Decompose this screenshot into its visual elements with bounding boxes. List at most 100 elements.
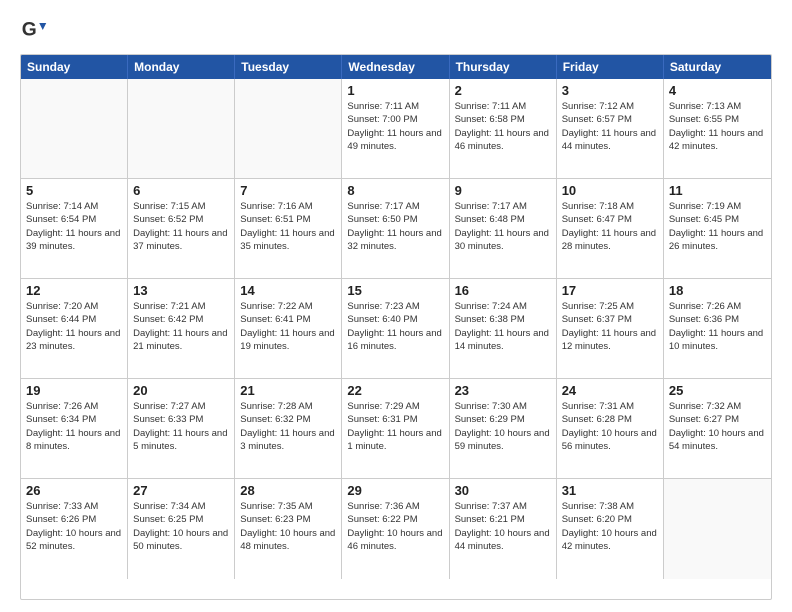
day-number: 28 bbox=[240, 483, 336, 498]
day-info: Sunrise: 7:11 AM Sunset: 7:00 PM Dayligh… bbox=[347, 100, 443, 153]
calendar-cell: 15 Sunrise: 7:23 AM Sunset: 6:40 PM Dayli… bbox=[342, 279, 449, 378]
day-number: 30 bbox=[455, 483, 551, 498]
day-info: Sunrise: 7:37 AM Sunset: 6:21 PM Dayligh… bbox=[455, 500, 551, 553]
day-number: 22 bbox=[347, 383, 443, 398]
calendar-row-2: 5Sunrise: 7:14 AM Sunset: 6:54 PM Daylig… bbox=[21, 179, 771, 279]
day-info: Sunrise: 7:35 AM Sunset: 6:23 PM Dayligh… bbox=[240, 500, 336, 553]
day-number: 25 bbox=[669, 383, 766, 398]
day-number: 29 bbox=[347, 483, 443, 498]
calendar-row-1: 1 Sunrise: 7:11 AM Sunset: 7:00 PM Daylig… bbox=[21, 79, 771, 179]
day-number: 16 bbox=[455, 283, 551, 298]
day-info: Sunrise: 7:26 AM Sunset: 6:36 PM Dayligh… bbox=[669, 300, 766, 353]
day-info: Sunrise: 7:22 AM Sunset: 6:41 PM Dayligh… bbox=[240, 300, 336, 353]
day-number: 24 bbox=[562, 383, 658, 398]
day-info: Sunrise: 7:31 AM Sunset: 6:28 PM Dayligh… bbox=[562, 400, 658, 453]
calendar-cell: 31 Sunrise: 7:38 AM Sunset: 6:20 PM Dayli… bbox=[557, 479, 664, 579]
calendar-cell: 22 Sunrise: 7:29 AM Sunset: 6:31 PM Dayli… bbox=[342, 379, 449, 478]
day-number: 12 bbox=[26, 283, 122, 298]
day-number: 21 bbox=[240, 383, 336, 398]
day-info: Sunrise: 7:32 AM Sunset: 6:27 PM Dayligh… bbox=[669, 400, 766, 453]
day-number: 26 bbox=[26, 483, 122, 498]
day-number: 23 bbox=[455, 383, 551, 398]
day-number: 6 bbox=[133, 183, 229, 198]
calendar-header: SundayMondayTuesdayWednesdayThursdayFrid… bbox=[21, 55, 771, 79]
day-number: 19 bbox=[26, 383, 122, 398]
day-number: 9 bbox=[455, 183, 551, 198]
day-info: Sunrise: 7:15 AM Sunset: 6:52 PM Dayligh… bbox=[133, 200, 229, 253]
calendar-cell: 11 Sunrise: 7:19 AM Sunset: 6:45 PM Dayli… bbox=[664, 179, 771, 278]
day-info: Sunrise: 7:14 AM Sunset: 6:54 PM Dayligh… bbox=[26, 200, 122, 253]
calendar-cell: 2 Sunrise: 7:11 AM Sunset: 6:58 PM Daylig… bbox=[450, 79, 557, 178]
calendar: SundayMondayTuesdayWednesdayThursdayFrid… bbox=[20, 54, 772, 600]
day-number: 3 bbox=[562, 83, 658, 98]
day-number: 27 bbox=[133, 483, 229, 498]
calendar-cell bbox=[235, 79, 342, 178]
day-info: Sunrise: 7:23 AM Sunset: 6:40 PM Dayligh… bbox=[347, 300, 443, 353]
day-number: 13 bbox=[133, 283, 229, 298]
calendar-cell bbox=[21, 79, 128, 178]
day-info: Sunrise: 7:16 AM Sunset: 6:51 PM Dayligh… bbox=[240, 200, 336, 253]
calendar-cell: 5Sunrise: 7:14 AM Sunset: 6:54 PM Daylig… bbox=[21, 179, 128, 278]
day-number: 1 bbox=[347, 83, 443, 98]
calendar-cell: 25 Sunrise: 7:32 AM Sunset: 6:27 PM Dayli… bbox=[664, 379, 771, 478]
day-number: 31 bbox=[562, 483, 658, 498]
calendar-cell: 17Sunrise: 7:25 AM Sunset: 6:37 PM Dayli… bbox=[557, 279, 664, 378]
day-number: 17 bbox=[562, 283, 658, 298]
day-number: 15 bbox=[347, 283, 443, 298]
calendar-cell: 1 Sunrise: 7:11 AM Sunset: 7:00 PM Daylig… bbox=[342, 79, 449, 178]
day-number: 2 bbox=[455, 83, 551, 98]
day-number: 8 bbox=[347, 183, 443, 198]
day-number: 4 bbox=[669, 83, 766, 98]
calendar-cell: 27 Sunrise: 7:34 AM Sunset: 6:25 PM Dayli… bbox=[128, 479, 235, 579]
day-info: Sunrise: 7:26 AM Sunset: 6:34 PM Dayligh… bbox=[26, 400, 122, 453]
day-info: Sunrise: 7:21 AM Sunset: 6:42 PM Dayligh… bbox=[133, 300, 229, 353]
header-day-saturday: Saturday bbox=[664, 55, 771, 79]
day-info: Sunrise: 7:38 AM Sunset: 6:20 PM Dayligh… bbox=[562, 500, 658, 553]
calendar-cell: 23Sunrise: 7:30 AM Sunset: 6:29 PM Dayli… bbox=[450, 379, 557, 478]
calendar-cell: 16Sunrise: 7:24 AM Sunset: 6:38 PM Dayli… bbox=[450, 279, 557, 378]
day-info: Sunrise: 7:13 AM Sunset: 6:55 PM Dayligh… bbox=[669, 100, 766, 153]
calendar-cell: 9 Sunrise: 7:17 AM Sunset: 6:48 PM Daylig… bbox=[450, 179, 557, 278]
day-info: Sunrise: 7:17 AM Sunset: 6:48 PM Dayligh… bbox=[455, 200, 551, 253]
calendar-row-4: 19 Sunrise: 7:26 AM Sunset: 6:34 PM Dayli… bbox=[21, 379, 771, 479]
header-day-thursday: Thursday bbox=[450, 55, 557, 79]
calendar-cell: 20Sunrise: 7:27 AM Sunset: 6:33 PM Dayli… bbox=[128, 379, 235, 478]
calendar-cell: 18 Sunrise: 7:26 AM Sunset: 6:36 PM Dayli… bbox=[664, 279, 771, 378]
calendar-cell: 19 Sunrise: 7:26 AM Sunset: 6:34 PM Dayli… bbox=[21, 379, 128, 478]
calendar-cell: 3 Sunrise: 7:12 AM Sunset: 6:57 PM Daylig… bbox=[557, 79, 664, 178]
day-info: Sunrise: 7:34 AM Sunset: 6:25 PM Dayligh… bbox=[133, 500, 229, 553]
page-header: G bbox=[20, 16, 772, 44]
calendar-row-3: 12 Sunrise: 7:20 AM Sunset: 6:44 PM Dayli… bbox=[21, 279, 771, 379]
day-info: Sunrise: 7:17 AM Sunset: 6:50 PM Dayligh… bbox=[347, 200, 443, 253]
calendar-cell: 6 Sunrise: 7:15 AM Sunset: 6:52 PM Daylig… bbox=[128, 179, 235, 278]
calendar-cell bbox=[128, 79, 235, 178]
calendar-cell: 12 Sunrise: 7:20 AM Sunset: 6:44 PM Dayli… bbox=[21, 279, 128, 378]
day-info: Sunrise: 7:33 AM Sunset: 6:26 PM Dayligh… bbox=[26, 500, 122, 553]
day-info: Sunrise: 7:36 AM Sunset: 6:22 PM Dayligh… bbox=[347, 500, 443, 553]
calendar-cell: 26 Sunrise: 7:33 AM Sunset: 6:26 PM Dayli… bbox=[21, 479, 128, 579]
calendar-cell: 4 Sunrise: 7:13 AM Sunset: 6:55 PM Daylig… bbox=[664, 79, 771, 178]
day-info: Sunrise: 7:27 AM Sunset: 6:33 PM Dayligh… bbox=[133, 400, 229, 453]
day-number: 7 bbox=[240, 183, 336, 198]
day-info: Sunrise: 7:28 AM Sunset: 6:32 PM Dayligh… bbox=[240, 400, 336, 453]
header-day-tuesday: Tuesday bbox=[235, 55, 342, 79]
logo-icon: G bbox=[20, 16, 48, 44]
logo: G bbox=[20, 16, 52, 44]
day-info: Sunrise: 7:20 AM Sunset: 6:44 PM Dayligh… bbox=[26, 300, 122, 353]
day-info: Sunrise: 7:29 AM Sunset: 6:31 PM Dayligh… bbox=[347, 400, 443, 453]
day-info: Sunrise: 7:19 AM Sunset: 6:45 PM Dayligh… bbox=[669, 200, 766, 253]
header-day-friday: Friday bbox=[557, 55, 664, 79]
calendar-cell: 10 Sunrise: 7:18 AM Sunset: 6:47 PM Dayli… bbox=[557, 179, 664, 278]
calendar-cell: 13 Sunrise: 7:21 AM Sunset: 6:42 PM Dayli… bbox=[128, 279, 235, 378]
calendar-cell: 30 Sunrise: 7:37 AM Sunset: 6:21 PM Dayli… bbox=[450, 479, 557, 579]
day-number: 10 bbox=[562, 183, 658, 198]
calendar-cell bbox=[664, 479, 771, 579]
calendar-cell: 14Sunrise: 7:22 AM Sunset: 6:41 PM Dayli… bbox=[235, 279, 342, 378]
day-info: Sunrise: 7:12 AM Sunset: 6:57 PM Dayligh… bbox=[562, 100, 658, 153]
calendar-cell: 24 Sunrise: 7:31 AM Sunset: 6:28 PM Dayli… bbox=[557, 379, 664, 478]
calendar-cell: 8 Sunrise: 7:17 AM Sunset: 6:50 PM Daylig… bbox=[342, 179, 449, 278]
day-number: 11 bbox=[669, 183, 766, 198]
day-info: Sunrise: 7:11 AM Sunset: 6:58 PM Dayligh… bbox=[455, 100, 551, 153]
day-info: Sunrise: 7:18 AM Sunset: 6:47 PM Dayligh… bbox=[562, 200, 658, 253]
day-number: 18 bbox=[669, 283, 766, 298]
